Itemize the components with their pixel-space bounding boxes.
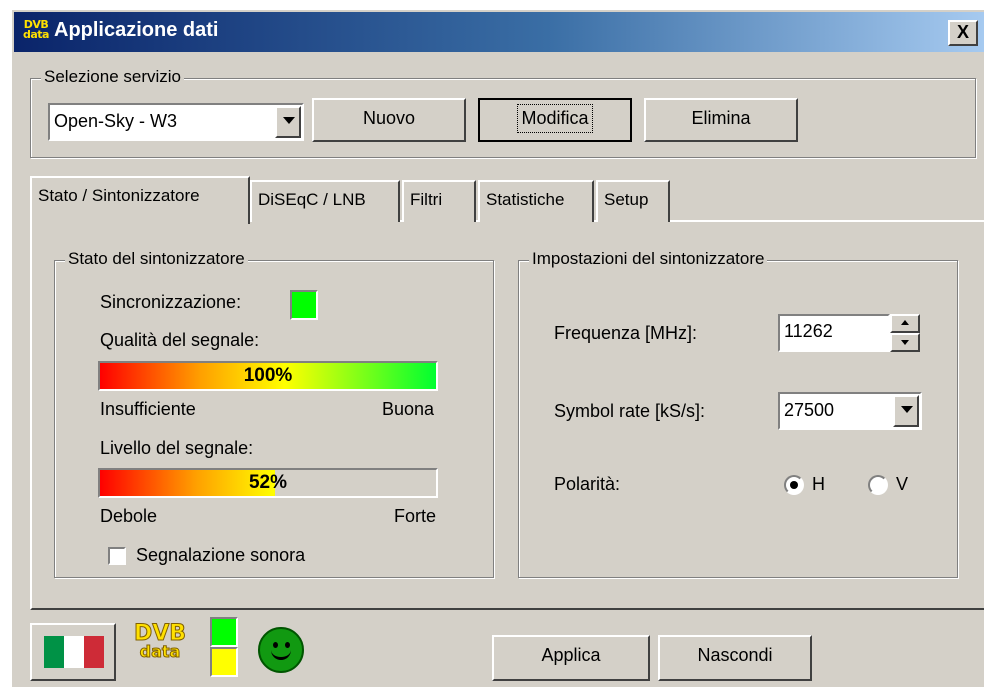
service-select-value: Open-Sky - W3 [54, 111, 178, 131]
apply-button[interactable]: Applica [492, 635, 650, 681]
service-select[interactable]: Open-Sky - W3 [48, 103, 304, 141]
signal-level-label: Livello del segnale: [100, 438, 254, 458]
close-button[interactable]: X [948, 20, 978, 46]
polarity-label: Polarità: [554, 474, 621, 494]
new-service-button[interactable]: Nuovo [312, 98, 466, 142]
hide-button[interactable]: Nascondi [658, 635, 812, 681]
logo-line-1: DVB [133, 621, 187, 646]
window-title: Applicazione dati [54, 19, 219, 41]
tab-label: DiSEqC / LNB [258, 190, 366, 209]
dvb-data-logo: DVB data [130, 621, 190, 672]
close-icon: X [956, 22, 969, 42]
service-selection-label: Selezione servizio [41, 67, 185, 87]
logo-line-2: data [139, 642, 181, 661]
stepper-up-icon[interactable] [890, 314, 920, 333]
sound-alert-checkbox[interactable] [108, 547, 126, 565]
chevron-down-icon[interactable] [275, 106, 301, 138]
quality-min-label: Insufficiente [100, 399, 196, 419]
tab-label: Stato / Sintonizzatore [38, 186, 200, 205]
tab-setup[interactable]: Setup [596, 180, 670, 222]
tab-label: Filtri [410, 190, 443, 209]
symbol-rate-value: 27500 [784, 400, 835, 420]
polarity-v-radio[interactable] [868, 475, 888, 495]
title-logo-line-2: data [23, 28, 49, 41]
title-bar[interactable]: DVB data Applicazione dati X [14, 12, 984, 52]
delete-service-label: Elimina [691, 108, 751, 128]
polarity-v-label: V [896, 474, 909, 494]
level-min-label: Debole [100, 506, 158, 526]
delete-service-button[interactable]: Elimina [644, 98, 798, 142]
edit-service-button[interactable]: Modifica [478, 98, 632, 142]
dvb-data-logo-icon: DVB data [22, 19, 50, 44]
polarity-h-radio[interactable] [784, 475, 804, 495]
level-max-label: Forte [394, 506, 437, 526]
tab-statistiche[interactable]: Statistiche [478, 180, 594, 222]
apply-label: Applica [541, 645, 601, 665]
chevron-down-icon[interactable] [893, 395, 919, 427]
flag-red-stripe [84, 636, 104, 668]
tuner-settings-label: Impostazioni del sintonizzatore [529, 249, 768, 269]
quality-max-label: Buona [382, 399, 435, 419]
sync-indicator [290, 290, 318, 320]
symbol-rate-label: Symbol rate [kS/s]: [554, 401, 706, 421]
app-window: DVB data Applicazione dati X Selezione s… [10, 8, 984, 687]
polarity-h-label: H [812, 474, 825, 494]
new-service-label: Nuovo [362, 108, 416, 128]
frequency-stepper[interactable] [890, 314, 920, 352]
edit-service-label: Modifica [517, 104, 593, 133]
sync-label: Sincronizzazione: [100, 292, 242, 312]
tab-stato-sintonizzatore[interactable]: Stato / Sintonizzatore [30, 176, 250, 224]
smiley-mouth [271, 646, 291, 660]
frequency-label: Frequenza [MHz]: [554, 323, 698, 343]
frequency-input[interactable]: 11262 [778, 314, 890, 352]
sound-alert-label: Segnalazione sonora [136, 545, 306, 565]
symbol-rate-select[interactable]: 27500 [778, 392, 922, 430]
tuner-status-label: Stato del sintonizzatore [65, 249, 248, 269]
flag-green-stripe [44, 636, 64, 668]
stepper-down-icon[interactable] [890, 333, 920, 352]
tab-filtri[interactable]: Filtri [402, 180, 476, 222]
signal-level-bar: 52% [98, 468, 438, 498]
tab-label: Setup [604, 190, 649, 209]
smiley-icon [258, 627, 304, 673]
signal-quality-label: Qualità del segnale: [100, 330, 260, 350]
tab-label: Statistiche [486, 190, 565, 209]
tab-diseqc-lnb[interactable]: DiSEqC / LNB [250, 180, 400, 222]
italy-flag-icon[interactable] [30, 623, 116, 681]
signal-level-value: 52% [248, 472, 288, 493]
signal-quality-value: 100% [243, 365, 293, 386]
hide-label: Nascondi [697, 645, 773, 665]
status-indicator-yellow [210, 647, 238, 677]
status-indicator-green [210, 617, 238, 647]
flag-white-stripe [64, 636, 84, 668]
signal-quality-bar: 100% [98, 361, 438, 391]
